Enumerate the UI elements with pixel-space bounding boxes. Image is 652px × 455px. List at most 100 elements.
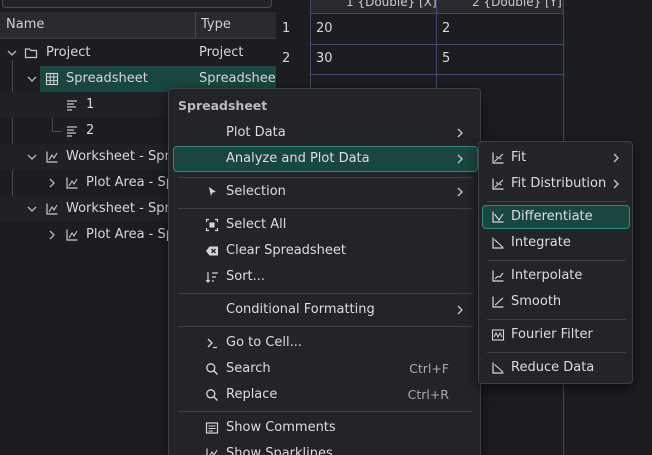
- column-header[interactable]: 1 {Double} [X]: [310, 0, 436, 14]
- menu-separator: [178, 326, 473, 327]
- menu-item-label: Select All: [226, 217, 287, 232]
- table-cell[interactable]: 30: [310, 44, 436, 74]
- menu-item-label: Selection: [226, 184, 286, 199]
- menu-item-label: Clear Spreadsheet: [226, 243, 347, 258]
- table-cell[interactable]: 20: [310, 14, 436, 44]
- row-header[interactable]: 1: [276, 14, 310, 44]
- menu-shortcut: Ctrl+R: [407, 387, 449, 402]
- menu-shortcut: Ctrl+F: [409, 361, 449, 376]
- smooth-icon: [492, 296, 504, 308]
- sort-icon: [205, 272, 218, 283]
- reduce-data-icon: [492, 362, 504, 374]
- table-cell[interactable]: 2: [436, 14, 563, 44]
- chevron-right-icon[interactable]: [46, 229, 58, 241]
- menu-item-label: Analyze and Plot Data: [226, 151, 370, 166]
- table-cell[interactable]: 5: [436, 44, 563, 74]
- menu-item-conditional-formatting[interactable]: Conditional Formatting: [173, 297, 478, 323]
- submenu-separator: [487, 201, 626, 202]
- column-icon: [67, 126, 77, 137]
- cursor-arrow-icon: [209, 187, 216, 196]
- submenu-separator: [487, 319, 626, 320]
- submenu-item-fourier-filter[interactable]: Fourier Filter: [482, 323, 630, 347]
- submenu-item-label: Differentiate: [511, 209, 593, 224]
- menu-item-replace[interactable]: Replace Ctrl+R: [173, 382, 478, 408]
- spreadsheet-icon: [45, 72, 59, 86]
- search-icon: [206, 363, 218, 375]
- menu-item-show-comments[interactable]: Show Comments: [173, 415, 478, 441]
- menu-item-label: Show Comments: [226, 420, 336, 435]
- submenu-item-label: Smooth: [511, 294, 562, 309]
- submenu-item-label: Fit: [511, 150, 527, 165]
- menu-item-label: Search: [226, 361, 271, 376]
- menu-item-label: Sort...: [226, 269, 266, 284]
- fourier-filter-icon: [491, 329, 505, 341]
- column-header[interactable]: 2 {Double} [Y]: [436, 0, 563, 14]
- submenu-separator: [487, 352, 626, 353]
- menu-item-select-all[interactable]: Select All: [173, 212, 478, 238]
- submenu-item-label: Fit Distribution: [511, 176, 607, 191]
- tree-label: Plot Area - Sp: [86, 175, 175, 190]
- submenu-item-reduce-data[interactable]: Reduce Data: [482, 356, 630, 380]
- menu-item-plot-data[interactable]: Plot Data: [173, 120, 478, 146]
- chevron-right-icon: [457, 305, 463, 315]
- menu-item-analyze-and-plot-data[interactable]: Analyze and Plot Data: [173, 146, 478, 172]
- chevron-down-icon[interactable]: [26, 73, 38, 85]
- submenu-item-interpolate[interactable]: Interpolate: [482, 264, 630, 288]
- menu-item-label: Go to Cell...: [226, 335, 303, 350]
- menu-item-label: Replace: [226, 387, 278, 402]
- column-separator[interactable]: [195, 12, 196, 38]
- chevron-down-icon[interactable]: [26, 203, 38, 215]
- select-all-icon: [205, 218, 219, 232]
- tree-label: Project: [46, 45, 91, 60]
- chevron-right-icon[interactable]: [46, 177, 58, 189]
- explorer-search-field[interactable]: [2, 0, 272, 8]
- submenu-item-differentiate[interactable]: Differentiate: [482, 205, 630, 229]
- column-icon: [67, 100, 77, 111]
- fit-icon: [492, 152, 504, 164]
- tree-type: Project: [199, 45, 244, 60]
- comment-icon: [205, 422, 219, 434]
- tree-label: Worksheet - Spre: [66, 201, 178, 216]
- fit-distribution-icon: [492, 178, 504, 190]
- menu-title: Spreadsheet: [178, 98, 268, 113]
- grid-line: [310, 74, 563, 75]
- plot-area-icon: [66, 177, 78, 189]
- column-header-type[interactable]: Type: [201, 12, 231, 38]
- menu-separator: [178, 411, 473, 412]
- menu-item-label: Conditional Formatting: [226, 302, 375, 317]
- column-header-name[interactable]: Name: [6, 12, 44, 38]
- submenu-item-label: Fourier Filter: [511, 327, 593, 342]
- menu-separator: [178, 208, 473, 209]
- chevron-right-icon: [613, 153, 619, 163]
- menu-item-search[interactable]: Search Ctrl+F: [173, 356, 478, 382]
- menu-item-sort[interactable]: Sort...: [173, 264, 478, 290]
- menu-separator: [178, 293, 473, 294]
- context-menu: Spreadsheet Plot Data Analyze and Plot D…: [168, 88, 481, 455]
- folder-icon: [24, 48, 38, 59]
- submenu-item-integrate[interactable]: Integrate: [482, 231, 630, 255]
- chevron-down-icon[interactable]: [6, 47, 18, 59]
- tree-header: Name Type: [0, 12, 276, 39]
- go-to-icon: [207, 338, 217, 349]
- menu-item-clear-spreadsheet[interactable]: Clear Spreadsheet: [173, 238, 478, 264]
- chevron-right-icon: [457, 128, 463, 138]
- chevron-down-icon[interactable]: [26, 151, 38, 163]
- tree-label: Spreadsheet: [66, 71, 148, 86]
- menu-separator: [178, 177, 473, 178]
- submenu-item-fit[interactable]: Fit: [482, 146, 630, 170]
- menu-item-go-to-cell[interactable]: Go to Cell...: [173, 330, 478, 356]
- tree-label: Plot Area - Sp: [86, 227, 175, 242]
- menu-item-selection[interactable]: Selection: [173, 179, 478, 205]
- row-header[interactable]: 2: [276, 44, 310, 74]
- tree-label: 1: [86, 97, 95, 112]
- menu-item-show-sparklines[interactable]: Show Sparklines: [173, 441, 478, 455]
- sparkline-icon: [206, 448, 218, 455]
- menu-item-label: Show Sparklines: [226, 446, 333, 455]
- chevron-right-icon: [457, 187, 463, 197]
- submenu-item-label: Interpolate: [511, 268, 583, 283]
- worksheet-icon: [46, 203, 58, 215]
- submenu-item-smooth[interactable]: Smooth: [482, 290, 630, 314]
- replace-icon: [206, 389, 218, 401]
- tree-row-project[interactable]: Project Project: [0, 40, 276, 66]
- submenu-item-fit-distribution[interactable]: Fit Distribution: [482, 172, 630, 196]
